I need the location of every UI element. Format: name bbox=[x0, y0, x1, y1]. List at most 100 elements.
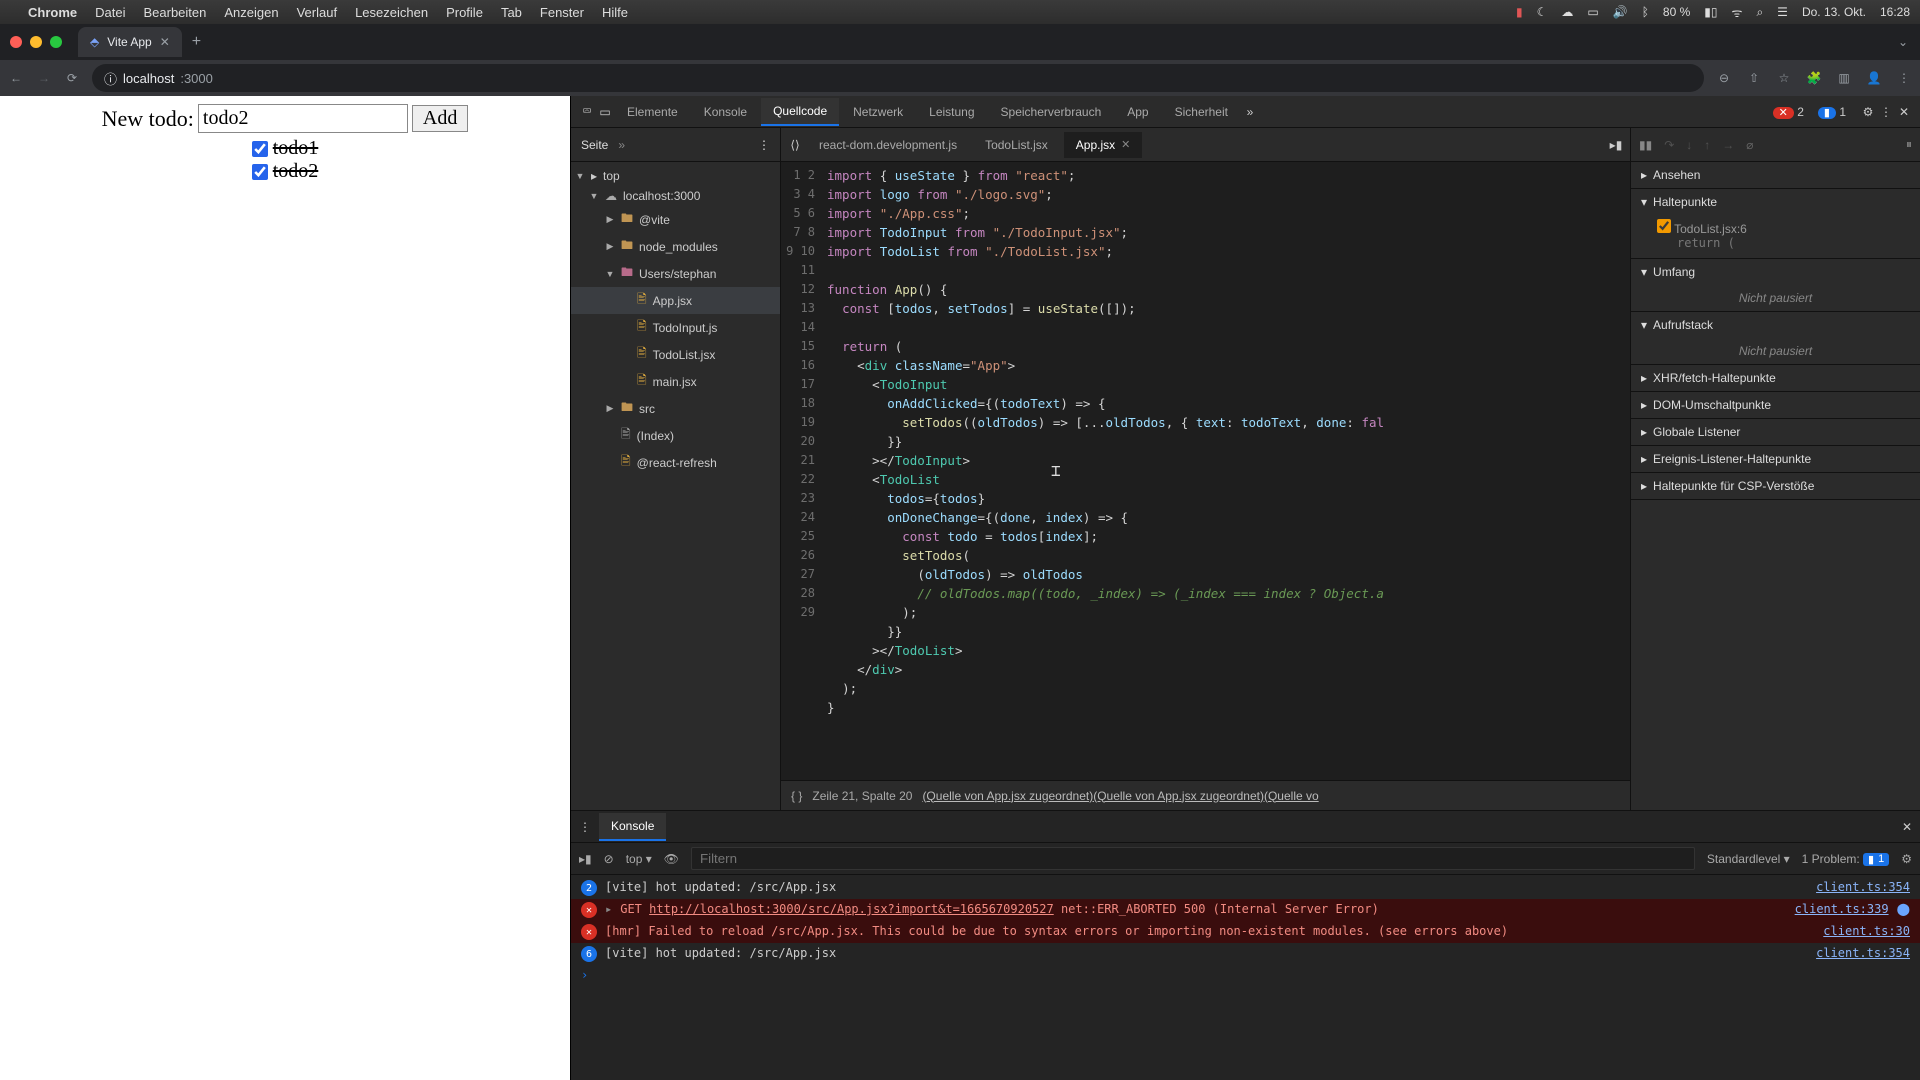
pause-icon[interactable]: ▮▮ bbox=[1639, 138, 1652, 152]
tree-file-todoinput[interactable]: 🖹 TodoInput.js bbox=[571, 314, 780, 341]
editor-run-icon[interactable]: ▸▮ bbox=[1608, 137, 1624, 153]
status-cloud-icon[interactable]: ☁ bbox=[1561, 5, 1573, 19]
step-out-icon[interactable]: ↑ bbox=[1704, 138, 1710, 152]
status-battery[interactable]: 80 % bbox=[1663, 5, 1690, 19]
status-display-icon[interactable]: ▭ bbox=[1587, 5, 1598, 19]
menu-view[interactable]: Anzeigen bbox=[224, 5, 278, 20]
log-source-link[interactable]: client.ts:30 bbox=[1823, 924, 1910, 938]
tree-file-app[interactable]: 🖹 App.jsx bbox=[571, 287, 780, 314]
device-toolbar-icon[interactable]: ▭ bbox=[597, 104, 613, 120]
tree-folder-users[interactable]: ▼🖿 Users/stephan bbox=[571, 260, 780, 287]
console-log-row-error[interactable]: ✕ ▸ GET http://localhost:3000/src/App.js… bbox=[571, 899, 1920, 921]
nav-reload-icon[interactable]: ⟳ bbox=[64, 70, 80, 86]
tree-folder-node-modules[interactable]: ▶🖿 node_modules bbox=[571, 233, 780, 260]
tab-elements[interactable]: Elemente bbox=[615, 99, 690, 125]
step-icon[interactable]: → bbox=[1722, 138, 1734, 152]
menu-profile[interactable]: Profile bbox=[446, 5, 483, 20]
editor-nav-icon[interactable]: ⟨⟩ bbox=[787, 137, 803, 153]
tab-console[interactable]: Konsole bbox=[692, 99, 759, 125]
log-source-link[interactable]: client.ts:339 bbox=[1795, 902, 1889, 916]
drawer-menu-icon[interactable]: ⋮ bbox=[579, 820, 591, 834]
step-over-icon[interactable]: ↷ bbox=[1664, 138, 1674, 152]
browser-tab[interactable]: ⬘ Vite App ✕ bbox=[78, 27, 182, 57]
status-date[interactable]: Do. 13. Okt. bbox=[1802, 5, 1866, 19]
editor-tab-active[interactable]: App.jsx✕ bbox=[1064, 132, 1143, 158]
url-input[interactable]: ⓘ localhost:3000 bbox=[92, 64, 1704, 92]
step-into-icon[interactable]: ↓ bbox=[1686, 138, 1692, 152]
line-gutter[interactable]: 1 2 3 4 5 6 7 8 9 10 11 12 13 14 15 16 1… bbox=[781, 162, 823, 780]
section-dom-bp[interactable]: ▸DOM-Umschaltpunkte bbox=[1631, 392, 1920, 418]
code-area[interactable]: import { useState } from "react"; import… bbox=[823, 162, 1630, 780]
status-wifi-icon[interactable]: ᯤ bbox=[1731, 4, 1742, 21]
status-battery-icon[interactable]: ▮▯ bbox=[1704, 5, 1717, 19]
issues-badge[interactable]: ▮ 1 bbox=[1816, 105, 1846, 119]
section-event-bp[interactable]: ▸Ereignis-Listener-Haltepunkte bbox=[1631, 446, 1920, 472]
menu-edit[interactable]: Bearbeiten bbox=[143, 5, 206, 20]
deactivate-bp-icon[interactable]: ⌀ bbox=[1746, 138, 1753, 152]
tab-security[interactable]: Sicherheit bbox=[1163, 99, 1240, 125]
section-csp-bp[interactable]: ▸Haltepunkte für CSP-Verstöße bbox=[1631, 473, 1920, 499]
tree-file-react-refresh[interactable]: 🖹 @react-refresh bbox=[571, 449, 780, 476]
sources-page-tab[interactable]: Seite bbox=[581, 138, 608, 152]
tab-sources[interactable]: Quellcode bbox=[761, 98, 839, 126]
extensions-icon[interactable]: 🧩 bbox=[1806, 70, 1822, 86]
tree-host[interactable]: ▼☁ localhost:3000 bbox=[571, 186, 780, 206]
chrome-menu-icon[interactable]: ⋮ bbox=[1896, 70, 1912, 86]
tree-file-main[interactable]: 🖹 main.jsx bbox=[571, 368, 780, 395]
pause-exceptions-icon[interactable]: ⏸ bbox=[1906, 137, 1912, 152]
status-volume-icon[interactable]: 🔊 bbox=[1613, 5, 1628, 19]
errors-badge[interactable]: ✕ 2 bbox=[1771, 105, 1804, 119]
menu-bookmarks[interactable]: Lesezeichen bbox=[355, 5, 428, 20]
section-scope[interactable]: ▾Umfang bbox=[1631, 259, 1920, 285]
breakpoint-checkbox[interactable] bbox=[1657, 219, 1671, 233]
console-sidebar-icon[interactable]: ▸▮ bbox=[579, 852, 592, 866]
menu-window[interactable]: Fenster bbox=[540, 5, 584, 20]
issue-icon[interactable]: ⬤ bbox=[1897, 902, 1910, 916]
zoom-icon[interactable]: ⊖ bbox=[1716, 70, 1732, 86]
tabs-overflow-icon[interactable]: » bbox=[1242, 104, 1258, 120]
breakpoint-item[interactable]: TodoList.jsx:6 bbox=[1657, 219, 1910, 236]
section-global-listeners[interactable]: ▸Globale Listener bbox=[1631, 419, 1920, 445]
status-time[interactable]: 16:28 bbox=[1880, 5, 1910, 19]
todo-checkbox[interactable] bbox=[252, 164, 268, 180]
chrome-chevron-icon[interactable]: ⌄ bbox=[1886, 35, 1920, 49]
section-watch[interactable]: ▸Ansehen bbox=[1631, 162, 1920, 188]
tab-close-icon[interactable]: ✕ bbox=[160, 35, 170, 49]
tree-file-todolist[interactable]: 🖹 TodoList.jsx bbox=[571, 341, 780, 368]
menu-file[interactable]: Datei bbox=[95, 5, 125, 20]
status-control-center-icon[interactable]: ☰ bbox=[1777, 5, 1788, 19]
sources-more-icon[interactable]: ⋮ bbox=[758, 138, 770, 152]
status-bt-icon[interactable]: ᛒ bbox=[1642, 5, 1649, 19]
console-log-row[interactable]: 2 [vite] hot updated: /src/App.jsx clien… bbox=[571, 877, 1920, 899]
site-info-icon[interactable]: ⓘ bbox=[104, 69, 117, 88]
console-prompt[interactable]: › bbox=[571, 965, 1920, 985]
nav-back-icon[interactable]: ← bbox=[8, 70, 24, 86]
console-problems[interactable]: 1 Problem: ▮ 1 bbox=[1802, 852, 1890, 866]
share-icon[interactable]: ⇧ bbox=[1746, 70, 1762, 86]
tab-application[interactable]: App bbox=[1115, 99, 1160, 125]
devtools-settings-icon[interactable]: ⚙ bbox=[1860, 104, 1876, 120]
inspect-element-icon[interactable]: ⮹ bbox=[579, 104, 595, 120]
devtools-close-icon[interactable]: ✕ bbox=[1896, 104, 1912, 120]
console-log-row-error[interactable]: ✕ [hmr] Failed to reload /src/App.jsx. T… bbox=[571, 921, 1920, 943]
tab-memory[interactable]: Speicherverbrauch bbox=[989, 99, 1114, 125]
editor-tab-close-icon[interactable]: ✕ bbox=[1121, 138, 1130, 151]
new-tab-button[interactable]: + bbox=[182, 33, 211, 51]
console-log-row[interactable]: 6 [vite] hot updated: /src/App.jsx clien… bbox=[571, 943, 1920, 965]
window-minimize-icon[interactable] bbox=[30, 36, 42, 48]
todo-checkbox[interactable] bbox=[252, 141, 268, 157]
status-dnd-icon[interactable]: ☾ bbox=[1537, 5, 1548, 19]
drawer-tab-console[interactable]: Konsole bbox=[599, 813, 666, 841]
reading-list-icon[interactable]: ▥ bbox=[1836, 70, 1852, 86]
tree-folder-src[interactable]: ▶🖿 src bbox=[571, 395, 780, 422]
drawer-close-icon[interactable]: ✕ bbox=[1902, 820, 1912, 834]
section-callstack[interactable]: ▾Aufrufstack bbox=[1631, 312, 1920, 338]
tab-performance[interactable]: Leistung bbox=[917, 99, 986, 125]
console-clear-icon[interactable]: ⊘ bbox=[604, 852, 614, 866]
source-mapped-info[interactable]: (Quelle von App.jsx zugeordnet)(Quelle v… bbox=[922, 789, 1318, 803]
menu-history[interactable]: Verlauf bbox=[297, 5, 337, 20]
tree-top[interactable]: ▼▸ top bbox=[571, 166, 780, 186]
bookmark-icon[interactable]: ☆ bbox=[1776, 70, 1792, 86]
tree-file-index[interactable]: 🖹 (Index) bbox=[571, 422, 780, 449]
window-maximize-icon[interactable] bbox=[50, 36, 62, 48]
